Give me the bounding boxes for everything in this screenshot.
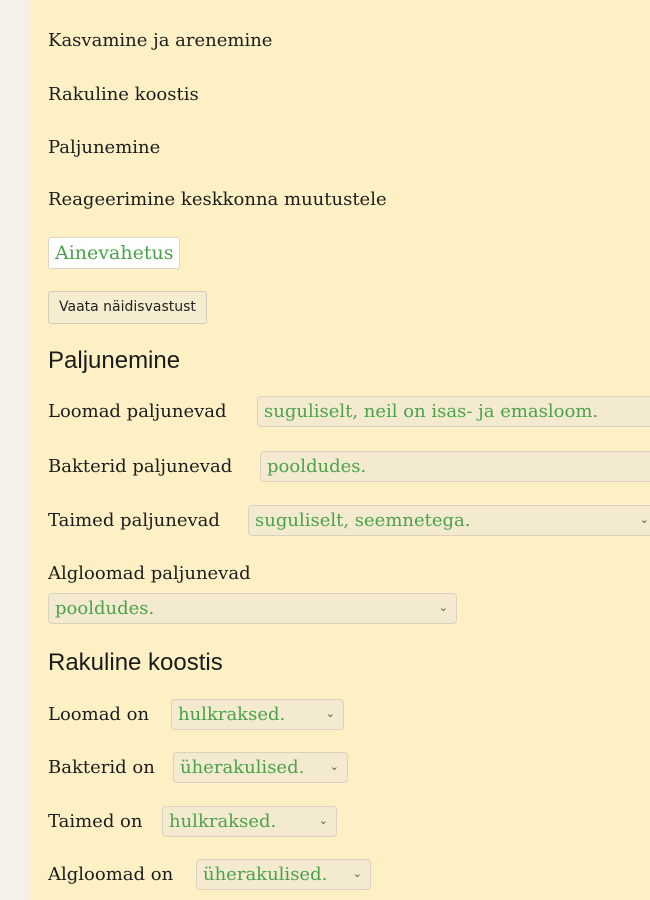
dropdown-value: üherakulised.	[180, 757, 305, 778]
sample-answer-button[interactable]: Vaata näidisvastust	[48, 291, 207, 324]
answer-chip-ainevahetus[interactable]: Ainevahetus	[48, 237, 181, 269]
answer-dropdown[interactable]: pooldudes.	[260, 451, 650, 482]
left-margin	[0, 0, 30, 900]
answer-dropdown[interactable]: suguliselt, seemnetega. ⌄	[248, 505, 650, 536]
question-label: Taimed paljunevad	[48, 510, 220, 531]
question-label: Bakterid paljunevad	[48, 456, 233, 477]
option-kasvamine[interactable]: Kasvamine ja arenemine	[48, 30, 272, 51]
question-label: Loomad on	[48, 704, 150, 725]
option-reageerimine[interactable]: Reageerimine keskkonna muutustele	[48, 189, 387, 210]
answer-dropdown[interactable]: suguliselt, neil on isas- ja emasloom. ⌄	[257, 396, 650, 427]
answer-dropdown[interactable]: hulkraksed. ⌄	[171, 699, 344, 730]
section-heading-rakuline-koostis: Rakuline koostis	[48, 649, 223, 676]
question-label: Algloomad on	[48, 864, 174, 885]
question-label: Algloomad paljunevad	[48, 563, 251, 584]
question-label: Bakterid on	[48, 757, 155, 778]
option-paljunemine[interactable]: Paljunemine	[48, 137, 160, 158]
dropdown-value: suguliselt, neil on isas- ja emasloom.	[264, 401, 599, 422]
question-label: Taimed on	[48, 811, 143, 832]
chevron-down-icon: ⌄	[325, 707, 335, 720]
answer-dropdown[interactable]: üherakulised. ⌄	[196, 859, 371, 890]
chevron-down-icon: ⌄	[318, 814, 328, 827]
chevron-down-icon: ⌄	[639, 513, 649, 526]
exercise-panel: Kasvamine ja arenemine Rakuline koostis …	[30, 0, 650, 900]
chevron-down-icon: ⌄	[329, 760, 339, 773]
dropdown-value: suguliselt, seemnetega.	[255, 510, 471, 531]
dropdown-value: pooldudes.	[55, 598, 155, 619]
question-label: Loomad paljunevad	[48, 401, 227, 422]
dropdown-value: üherakulised.	[203, 864, 328, 885]
chevron-down-icon: ⌄	[352, 867, 362, 880]
dropdown-value: hulkraksed.	[178, 704, 286, 725]
dropdown-value: pooldudes.	[267, 456, 367, 477]
answer-dropdown[interactable]: pooldudes. ⌄	[48, 593, 457, 624]
answer-dropdown[interactable]: hulkraksed. ⌄	[162, 806, 337, 837]
section-heading-paljunemine: Paljunemine	[48, 347, 181, 374]
answer-dropdown[interactable]: üherakulised. ⌄	[173, 752, 348, 783]
option-rakuline[interactable]: Rakuline koostis	[48, 84, 199, 105]
dropdown-value: hulkraksed.	[169, 811, 277, 832]
chevron-down-icon: ⌄	[438, 601, 448, 614]
